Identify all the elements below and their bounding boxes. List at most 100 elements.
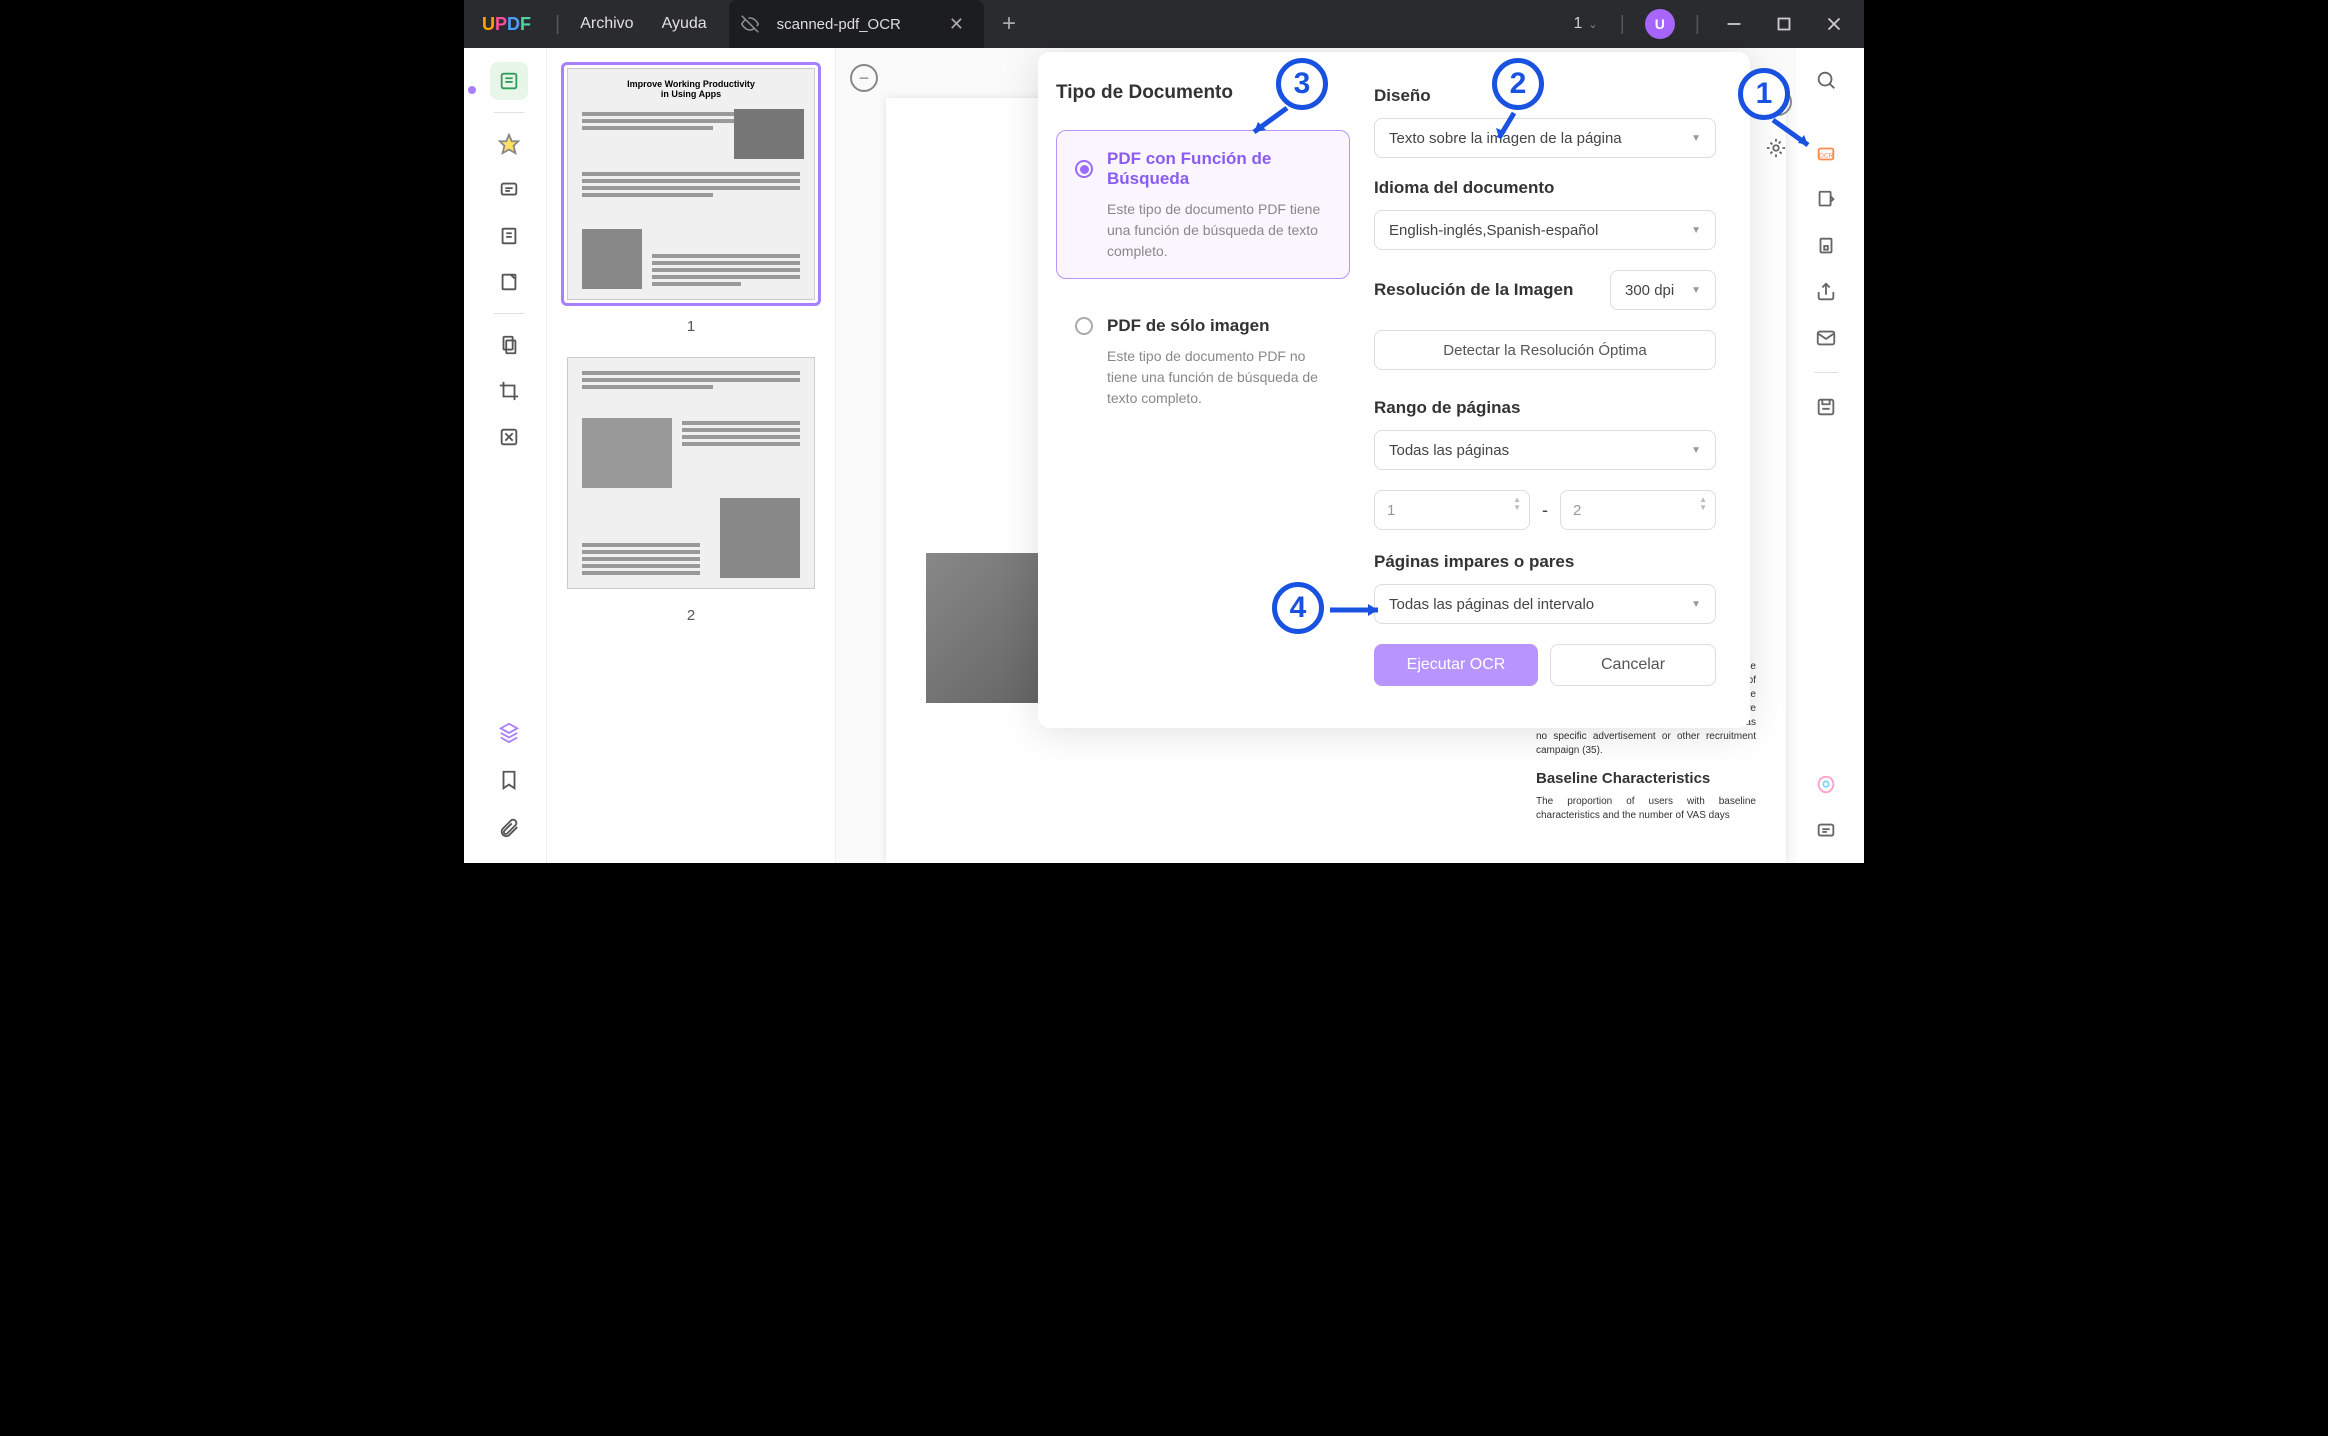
thumb-label-1: 1 bbox=[561, 310, 821, 351]
panel-right: Diseño Texto sobre la imagen de la págin… bbox=[1368, 52, 1750, 704]
arrow-icon bbox=[1484, 108, 1534, 148]
chevron-down-icon: ⌄ bbox=[1588, 18, 1597, 31]
page-range-select[interactable]: Todas las páginas ▼ bbox=[1374, 430, 1716, 470]
thumb-label-2: 2 bbox=[561, 599, 821, 640]
doc-paragraph: The proportion of users with baseline ch… bbox=[1536, 795, 1756, 823]
maximize-button[interactable] bbox=[1762, 4, 1806, 44]
callout-1: 1 bbox=[1738, 68, 1790, 120]
svg-text:OCR: OCR bbox=[1819, 153, 1834, 160]
chevron-down-icon: ▼ bbox=[1691, 225, 1701, 236]
protect-button[interactable] bbox=[1808, 228, 1844, 264]
bookmark-tool[interactable] bbox=[490, 761, 528, 799]
user-avatar[interactable]: U bbox=[1645, 9, 1675, 39]
page-thumbnail-1[interactable]: Improve Working Productivityin Using App… bbox=[561, 62, 821, 306]
attachment-tool[interactable] bbox=[490, 809, 528, 847]
odd-even-select[interactable]: Todas las páginas del intervalo▼ bbox=[1374, 584, 1716, 624]
detect-resolution-button[interactable]: Detectar la Resolución Óptima bbox=[1374, 330, 1716, 370]
odd-even-label: Páginas impares o pares bbox=[1374, 552, 1716, 572]
callout-3: 3 bbox=[1276, 58, 1328, 110]
arrow-icon bbox=[1326, 598, 1392, 622]
document-tab[interactable]: scanned-pdf_OCR ✕ bbox=[729, 0, 984, 48]
redact-tool[interactable] bbox=[490, 418, 528, 456]
search-button[interactable] bbox=[1808, 62, 1844, 98]
app-logo: UPDF bbox=[464, 14, 549, 35]
chat-button[interactable] bbox=[1808, 813, 1844, 849]
menu-file[interactable]: Archivo bbox=[566, 15, 647, 33]
option-searchable-pdf[interactable]: PDF con Función de Búsqueda Este tipo de… bbox=[1056, 130, 1350, 279]
resolution-select[interactable]: 300 dpi ▼ bbox=[1610, 270, 1716, 310]
logo-d: D bbox=[507, 14, 520, 34]
resolution-label: Resolución de la Imagen bbox=[1374, 280, 1596, 300]
arrow-icon bbox=[1768, 115, 1818, 155]
reader-tool[interactable] bbox=[490, 62, 528, 100]
design-select[interactable]: Texto sobre la imagen de la página▼ bbox=[1374, 118, 1716, 158]
range-dash: - bbox=[1542, 500, 1548, 521]
callout-4: 4 bbox=[1272, 582, 1324, 634]
ai-button[interactable] bbox=[1808, 767, 1844, 803]
layers-tool[interactable] bbox=[490, 713, 528, 751]
design-label: Diseño bbox=[1374, 86, 1716, 106]
option-desc: Este tipo de documento PDF tiene una fun… bbox=[1075, 199, 1331, 262]
convert-button[interactable] bbox=[1808, 182, 1844, 218]
organize-tool[interactable] bbox=[490, 326, 528, 364]
eye-off-icon bbox=[741, 15, 759, 33]
divider bbox=[494, 112, 524, 113]
thumbnail-image: Improve Working Productivityin Using App… bbox=[567, 68, 815, 300]
spinner-icon[interactable]: ▲▼ bbox=[1513, 496, 1521, 512]
language-select[interactable]: English-inglés,Spanish-español▼ bbox=[1374, 210, 1716, 250]
option-title: PDF de sólo imagen bbox=[1107, 316, 1269, 336]
edit-tool[interactable] bbox=[490, 217, 528, 255]
share-button[interactable] bbox=[1808, 274, 1844, 310]
input-value: 2 bbox=[1573, 502, 1581, 519]
minimize-button[interactable] bbox=[1712, 4, 1756, 44]
highlight-tool[interactable] bbox=[490, 125, 528, 163]
option-desc: Este tipo de documento PDF no tiene una … bbox=[1075, 346, 1331, 409]
radio-icon bbox=[1075, 317, 1093, 335]
separator: | bbox=[1614, 13, 1631, 36]
comment-tool[interactable] bbox=[490, 171, 528, 209]
crop-tool[interactable] bbox=[490, 372, 528, 410]
select-value: 300 dpi bbox=[1625, 282, 1674, 299]
action-buttons: Ejecutar OCR Cancelar bbox=[1374, 644, 1716, 686]
chevron-down-icon: ▼ bbox=[1691, 445, 1701, 456]
run-ocr-button[interactable]: Ejecutar OCR bbox=[1374, 644, 1538, 686]
chevron-down-icon: ▼ bbox=[1691, 285, 1701, 296]
chevron-down-icon: ▼ bbox=[1691, 599, 1701, 610]
radio-icon bbox=[1075, 160, 1093, 178]
close-button[interactable] bbox=[1812, 4, 1856, 44]
logo-f: F bbox=[520, 14, 531, 34]
zoom-out-button[interactable]: − bbox=[850, 64, 878, 92]
email-button[interactable] bbox=[1808, 320, 1844, 356]
select-value: Todas las páginas bbox=[1389, 442, 1509, 459]
option-title: PDF con Función de Búsqueda bbox=[1107, 149, 1331, 189]
divider bbox=[1814, 372, 1838, 373]
page-thumbnail-2[interactable] bbox=[561, 351, 821, 595]
titlebar: UPDF | Archivo Ayuda scanned-pdf_OCR ✕ +… bbox=[464, 0, 1864, 48]
divider bbox=[494, 313, 524, 314]
tab-close-button[interactable]: ✕ bbox=[943, 14, 970, 35]
range-to-input[interactable]: 2 ▲▼ bbox=[1560, 490, 1716, 530]
language-label: Idioma del documento bbox=[1374, 178, 1716, 198]
menu-help[interactable]: Ayuda bbox=[648, 15, 721, 33]
option-image-pdf[interactable]: PDF de sólo imagen Este tipo de document… bbox=[1056, 297, 1350, 426]
chevron-down-icon: ▼ bbox=[1691, 133, 1701, 144]
range-from-input[interactable]: 1▲▼ bbox=[1374, 490, 1530, 530]
logo-u: U bbox=[482, 14, 495, 34]
spinner-icon[interactable]: ▲▼ bbox=[1699, 496, 1707, 512]
doc-heading: Baseline Characteristics bbox=[1536, 768, 1756, 789]
cancel-button[interactable]: Cancelar bbox=[1550, 644, 1716, 686]
page-range-label: Rango de páginas bbox=[1374, 398, 1716, 418]
page-dropdown[interactable]: 1⌄ bbox=[1563, 15, 1607, 33]
right-toolbar: OCR bbox=[1796, 48, 1856, 863]
new-tab-button[interactable]: + bbox=[984, 10, 1034, 38]
save-button[interactable] bbox=[1808, 389, 1844, 425]
indicator-dot bbox=[468, 86, 476, 94]
right-bottom bbox=[1808, 767, 1844, 849]
page-range-inputs: 1▲▼ - 2 ▲▼ bbox=[1374, 490, 1716, 530]
app-window: UPDF | Archivo Ayuda scanned-pdf_OCR ✕ +… bbox=[464, 0, 1864, 863]
thumbnail-panel: Improve Working Productivityin Using App… bbox=[546, 48, 836, 863]
logo-p: P bbox=[495, 14, 507, 34]
bottom-tools bbox=[490, 713, 528, 847]
separator: | bbox=[549, 13, 566, 36]
form-tool[interactable] bbox=[490, 263, 528, 301]
